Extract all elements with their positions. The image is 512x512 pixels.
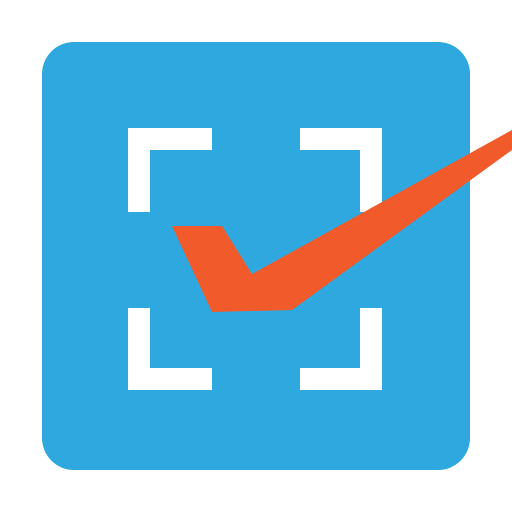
app-icon-canvas [0, 0, 512, 512]
icon-tile [42, 42, 470, 470]
app-icon [42, 42, 512, 470]
